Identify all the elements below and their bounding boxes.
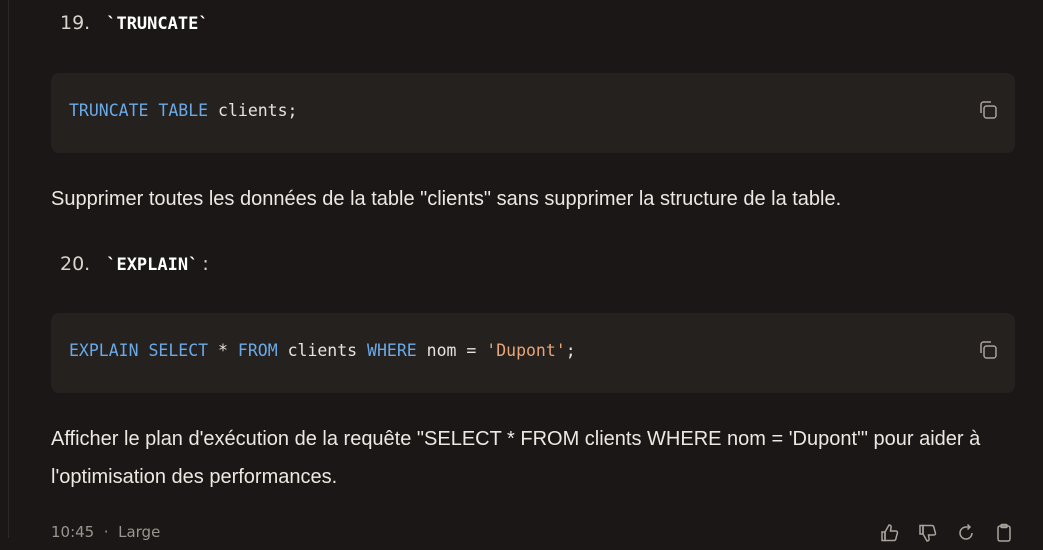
sql-text: * — [208, 341, 238, 360]
list-number: 19. — [60, 12, 91, 34]
sql-text: ; — [565, 341, 576, 360]
timestamp: 10:45 — [51, 523, 95, 541]
sql-keyword: FROM — [237, 341, 278, 360]
copy-icon[interactable] — [977, 99, 999, 121]
sql-keyword: EXPLAIN SELECT — [69, 341, 209, 360]
description-text: Afficher le plan d'exécution de la requê… — [51, 428, 981, 488]
list-number: 20. — [60, 253, 91, 275]
command-name: `TRUNCATE` — [106, 14, 209, 34]
code-line: TRUNCATE TABLE clients; — [69, 101, 297, 120]
heading-colon: : — [202, 253, 209, 275]
sql-keyword: WHERE — [367, 341, 417, 360]
thumbs-up-icon[interactable] — [879, 522, 901, 544]
copy-icon[interactable] — [977, 339, 999, 361]
message-footer: 10:45 · Large — [51, 520, 1015, 550]
message-meta: 10:45 · Large — [51, 523, 160, 541]
sql-keyword: TRUNCATE TABLE — [69, 101, 209, 120]
sql-text: clients; — [208, 101, 298, 120]
code-block: EXPLAIN SELECT * FROM clients WHERE nom … — [51, 313, 1015, 393]
sql-text: nom = — [416, 341, 487, 360]
sql-text: clients — [277, 341, 368, 360]
code-line: EXPLAIN SELECT * FROM clients WHERE nom … — [69, 341, 576, 360]
list-item-heading: 20. `EXPLAIN` : — [60, 253, 209, 275]
model-name: Large — [118, 523, 161, 541]
list-item-heading: 19. `TRUNCATE` — [60, 12, 209, 34]
code-block: TRUNCATE TABLE clients; — [51, 73, 1015, 153]
description-text: Supprimer toutes les données de la table… — [51, 188, 842, 210]
message-actions — [879, 522, 1015, 544]
clipboard-icon[interactable] — [993, 522, 1015, 544]
sql-string: 'Dupont' — [486, 341, 566, 360]
left-divider — [8, 0, 9, 538]
command-name: `EXPLAIN` — [106, 255, 199, 275]
meta-separator: · — [103, 523, 109, 541]
regenerate-icon[interactable] — [955, 522, 977, 544]
thumbs-down-icon[interactable] — [917, 522, 939, 544]
